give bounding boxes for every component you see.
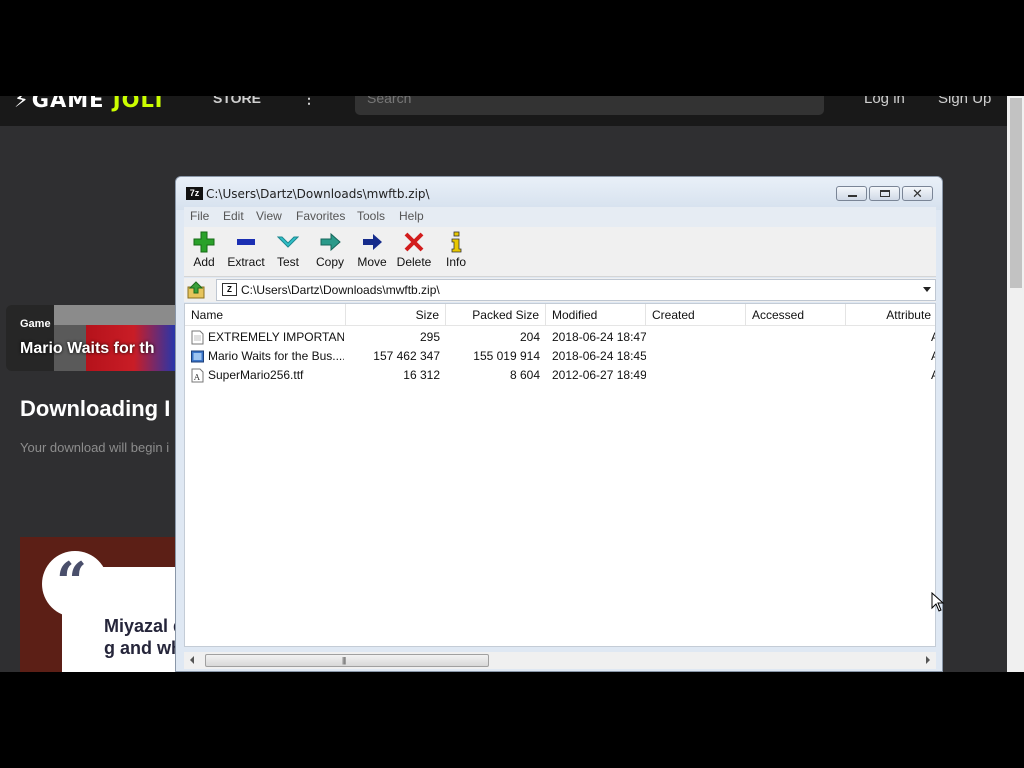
minimize-icon xyxy=(848,195,857,197)
scroll-left-icon[interactable] xyxy=(190,656,194,664)
search-input[interactable]: Search xyxy=(355,96,824,115)
dropdown-arrow-icon[interactable] xyxy=(923,287,931,292)
close-icon: ✕ xyxy=(912,186,923,201)
column-accessed[interactable]: Accessed xyxy=(746,304,846,326)
test-icon xyxy=(277,236,299,248)
file-attribute: A xyxy=(931,347,935,366)
copy-button[interactable]: Copy xyxy=(311,231,349,275)
maximize-icon xyxy=(880,190,890,197)
archive-icon: Z xyxy=(222,283,237,296)
menu-view[interactable]: View xyxy=(256,209,282,223)
column-headers: Name Size Packed Size Modified Created A… xyxy=(185,304,935,326)
column-size[interactable]: Size xyxy=(346,304,446,326)
file-name: SuperMario256.ttf xyxy=(208,368,304,382)
toolbar: Add Extract Test Copy Move Delete Info xyxy=(184,227,936,277)
close-button[interactable]: ✕ xyxy=(902,186,933,201)
file-modified: 2018-06-24 18:47 xyxy=(552,330,646,344)
window-title: C:\Users\Dartz\Downloads\mwftb.zip\ xyxy=(206,187,430,201)
nav-store-link[interactable]: STORE xyxy=(213,96,261,106)
menu-help[interactable]: Help xyxy=(399,209,424,223)
file-modified: 2018-06-24 18:45 xyxy=(552,349,646,363)
file-row[interactable]: A SuperMario256.ttf 16 312 8 604 2012-06… xyxy=(185,366,935,385)
page-scrollbar[interactable] xyxy=(1007,96,1024,672)
extract-icon xyxy=(237,239,255,245)
column-packed-size[interactable]: Packed Size xyxy=(446,304,546,326)
delete-icon xyxy=(404,232,424,252)
site-header: ⚡GAME JOLT STORE ⋮ Search Log in Sign Up xyxy=(0,96,1007,126)
menu-tools[interactable]: Tools xyxy=(357,209,385,223)
copy-icon xyxy=(320,232,341,252)
download-heading: Downloading I xyxy=(20,396,171,421)
column-attribute[interactable]: Attribute xyxy=(846,304,935,326)
delete-button[interactable]: Delete xyxy=(395,231,433,275)
menu-favorites[interactable]: Favorites xyxy=(296,209,345,223)
info-label: Info xyxy=(445,255,466,269)
page-scrollbar-thumb[interactable] xyxy=(1010,98,1022,288)
test-button[interactable]: Test xyxy=(269,231,307,275)
download-subtitle: Your download will begin i xyxy=(20,440,170,455)
minimize-button[interactable] xyxy=(836,186,867,201)
7zip-window: 7z C:\Users\Dartz\Downloads\mwftb.zip\ ✕… xyxy=(175,176,943,672)
add-button[interactable]: Add xyxy=(185,231,223,275)
info-icon xyxy=(451,231,462,253)
video-file-icon xyxy=(191,350,204,363)
gamejolt-logo[interactable]: ⚡GAME JOLT xyxy=(14,96,167,112)
file-row[interactable]: EXTREMELY IMPORTAN... 295 204 2018-06-24… xyxy=(185,328,935,347)
horizontal-scrollbar[interactable]: ||| xyxy=(184,652,936,669)
quote-icon: “ xyxy=(56,550,88,614)
svg-text:A: A xyxy=(193,373,200,382)
file-packed-size: 8 604 xyxy=(509,368,540,382)
scroll-grip: ||| xyxy=(342,656,346,665)
file-created xyxy=(652,328,746,347)
menu-file[interactable]: File xyxy=(190,209,209,223)
add-icon xyxy=(193,231,215,253)
column-name[interactable]: Name xyxy=(185,304,346,326)
file-packed-size: 204 xyxy=(519,330,540,344)
window-titlebar[interactable]: 7z C:\Users\Dartz\Downloads\mwftb.zip\ ✕ xyxy=(176,177,942,210)
7zip-app-icon: 7z xyxy=(186,187,203,200)
menu-edit[interactable]: Edit xyxy=(223,209,244,223)
file-list: Name Size Packed Size Modified Created A… xyxy=(184,303,936,647)
address-input[interactable]: Z C:\Users\Dartz\Downloads\mwftb.zip\ xyxy=(216,279,936,301)
file-row[interactable]: Mario Waits for the Bus.... 157 462 347 … xyxy=(185,347,935,366)
extract-button[interactable]: Extract xyxy=(227,231,265,275)
file-size: 157 462 347 xyxy=(373,349,440,363)
column-created[interactable]: Created xyxy=(646,304,746,326)
column-modified[interactable]: Modified xyxy=(546,304,646,326)
login-link[interactable]: Log in xyxy=(864,96,905,107)
text-file-icon xyxy=(191,330,204,345)
move-icon xyxy=(363,234,382,250)
file-created xyxy=(652,366,746,385)
menu-bar: File Edit View Favorites Tools Help xyxy=(184,207,936,227)
maximize-button[interactable] xyxy=(869,186,900,201)
mouse-cursor-icon xyxy=(931,592,945,612)
file-attribute: A xyxy=(931,366,935,385)
folder-up-icon[interactable] xyxy=(186,280,208,300)
file-accessed xyxy=(752,366,846,385)
move-button[interactable]: Move xyxy=(353,231,391,275)
file-modified: 2012-06-27 18:49 xyxy=(552,368,646,382)
file-size: 295 xyxy=(419,330,440,344)
file-name: EXTREMELY IMPORTAN... xyxy=(208,330,344,344)
file-packed-size: 155 019 914 xyxy=(473,349,540,363)
game-card-title: Mario Waits for th xyxy=(20,340,155,357)
signup-link[interactable]: Sign Up xyxy=(938,96,991,107)
file-accessed xyxy=(752,347,846,366)
file-attribute: A xyxy=(931,328,935,347)
game-card-type: Game xyxy=(20,318,51,330)
info-button[interactable]: Info xyxy=(437,231,475,275)
more-menu-icon[interactable]: ⋮ xyxy=(302,96,316,107)
address-text: C:\Users\Dartz\Downloads\mwftb.zip\ xyxy=(241,283,440,297)
scroll-right-icon[interactable] xyxy=(926,656,930,664)
address-bar: Z C:\Users\Dartz\Downloads\mwftb.zip\ xyxy=(184,278,936,302)
horizontal-scrollbar-thumb[interactable]: ||| xyxy=(205,654,489,667)
file-created xyxy=(652,347,746,366)
file-size: 16 312 xyxy=(403,368,440,382)
file-accessed xyxy=(752,328,846,347)
file-name: Mario Waits for the Bus.... xyxy=(208,349,344,363)
font-file-icon: A xyxy=(191,368,204,383)
